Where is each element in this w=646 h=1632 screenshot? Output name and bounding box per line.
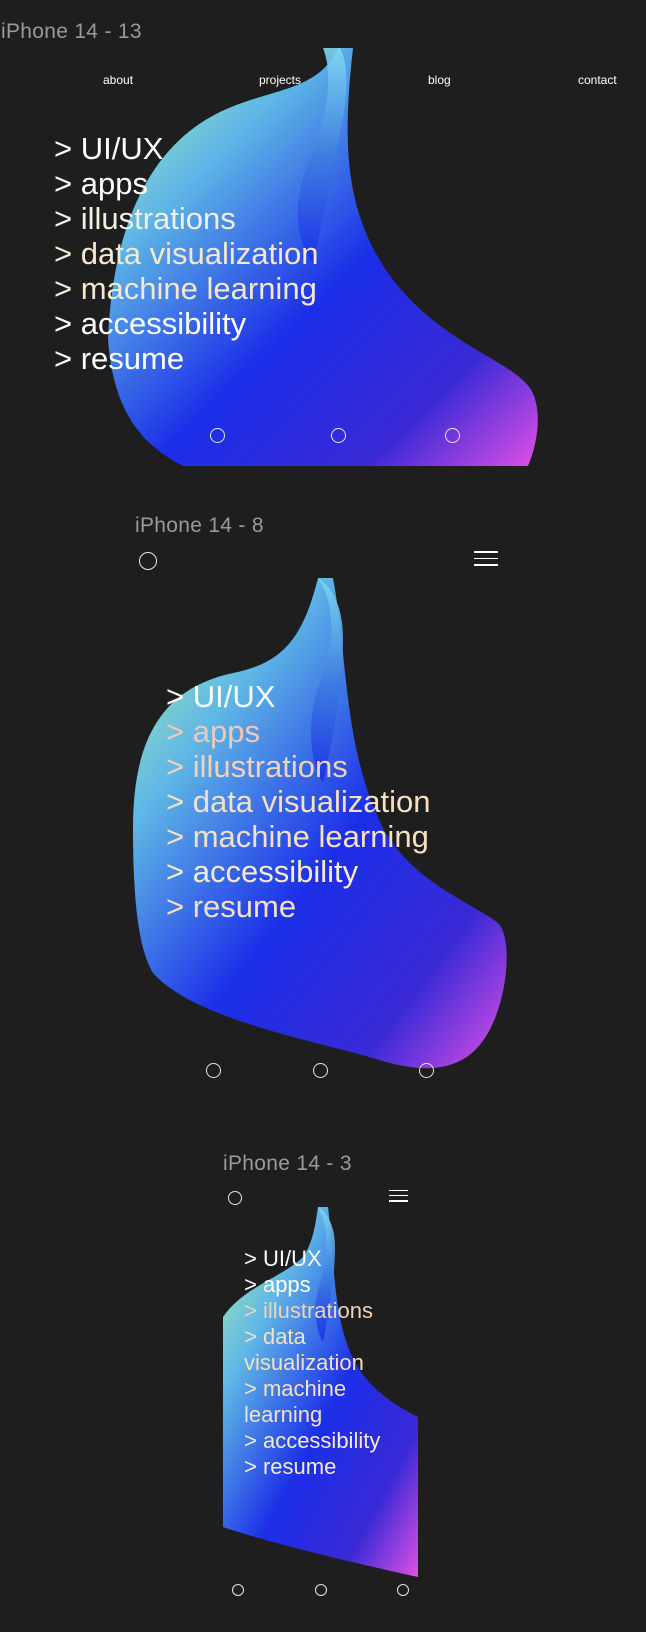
nav-projects-link[interactable]: projects bbox=[259, 73, 301, 87]
nav-blog-link[interactable]: blog bbox=[428, 73, 451, 87]
menu-item-resume[interactable]: > resume bbox=[54, 341, 319, 376]
menu-item-illustrations[interactable]: > illustrations bbox=[244, 1298, 404, 1324]
slide-dot-2[interactable] bbox=[315, 1584, 327, 1596]
slide-dot-1[interactable] bbox=[206, 1063, 221, 1078]
slide-dot-2[interactable] bbox=[313, 1063, 328, 1078]
menu-item-data-visualization[interactable]: > data visualization bbox=[54, 236, 319, 271]
frame-title: iPhone 14 - 13 bbox=[1, 20, 142, 43]
project-menu: > UI/UX > apps > illustrations > data vi… bbox=[54, 131, 319, 376]
menu-item-illustrations[interactable]: > illustrations bbox=[54, 201, 319, 236]
slide-dot-3[interactable] bbox=[397, 1584, 409, 1596]
menu-item-data-visualization[interactable]: > data visualization bbox=[244, 1324, 404, 1376]
menu-item-apps[interactable]: > apps bbox=[244, 1272, 404, 1298]
menu-item-accessibility[interactable]: > accessibility bbox=[166, 854, 431, 889]
menu-item-ui-ux[interactable]: > UI/UX bbox=[244, 1246, 404, 1272]
menu-item-machine-learning[interactable]: > machine learning bbox=[244, 1376, 404, 1428]
logo-circle-icon[interactable] bbox=[228, 1191, 242, 1205]
menu-item-apps[interactable]: > apps bbox=[166, 714, 431, 749]
menu-item-accessibility[interactable]: > accessibility bbox=[54, 306, 319, 341]
menu-item-accessibility[interactable]: > accessibility bbox=[244, 1428, 404, 1454]
menu-item-apps[interactable]: > apps bbox=[54, 166, 319, 201]
menu-item-resume[interactable]: > resume bbox=[244, 1454, 404, 1480]
menu-item-ui-ux[interactable]: > UI/UX bbox=[166, 679, 431, 714]
nav-about-link[interactable]: about bbox=[103, 73, 133, 87]
hamburger-icon[interactable] bbox=[389, 1190, 408, 1202]
frame-title: iPhone 14 - 3 bbox=[223, 1152, 352, 1175]
hamburger-icon[interactable] bbox=[474, 551, 498, 566]
project-menu: > UI/UX > apps > illustrations > data vi… bbox=[166, 679, 431, 924]
menu-item-ui-ux[interactable]: > UI/UX bbox=[54, 131, 319, 166]
slide-dot-3[interactable] bbox=[445, 428, 460, 443]
menu-item-machine-learning[interactable]: > machine learning bbox=[166, 819, 431, 854]
logo-circle-icon[interactable] bbox=[139, 552, 157, 570]
nav-contact-link[interactable]: contact bbox=[578, 73, 617, 87]
menu-item-resume[interactable]: > resume bbox=[166, 889, 431, 924]
menu-item-illustrations[interactable]: > illustrations bbox=[166, 749, 431, 784]
project-menu: > UI/UX > apps > illustrations > data vi… bbox=[244, 1246, 404, 1480]
menu-item-data-visualization[interactable]: > data visualization bbox=[166, 784, 431, 819]
slide-dot-1[interactable] bbox=[232, 1584, 244, 1596]
menu-item-machine-learning[interactable]: > machine learning bbox=[54, 271, 319, 306]
slide-dot-2[interactable] bbox=[331, 428, 346, 443]
slide-dot-3[interactable] bbox=[419, 1063, 434, 1078]
slide-dot-1[interactable] bbox=[210, 428, 225, 443]
frame-title: iPhone 14 - 8 bbox=[135, 514, 264, 537]
